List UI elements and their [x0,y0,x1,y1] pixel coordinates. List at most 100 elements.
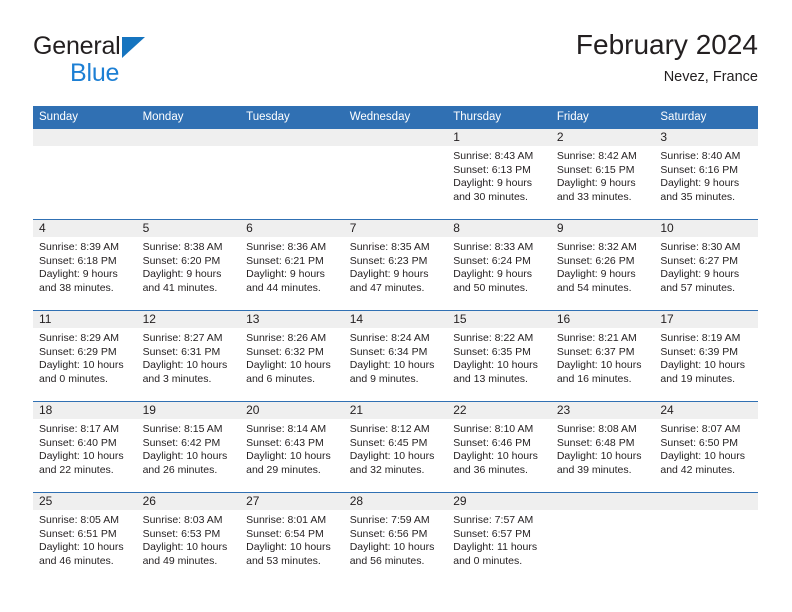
calendar-table: Sunday Monday Tuesday Wednesday Thursday Frid… [33,106,758,583]
daylight-text-line2: and 39 minutes. [556,463,632,476]
day-details: Sunrise: 8:36 AM Sunset: 6:21 PM Daylight:… [240,237,344,295]
daylight-text-line2: and 46 minutes. [39,554,114,567]
page-subtitle: Nevez, France [663,69,758,85]
calendar-day-cell[interactable]: 5 Sunrise: 8:38 AM Sunset: 6:20 PM Daylight… [136,219,241,311]
day-number: 19 [136,402,241,419]
sunrise-text: Sunrise: 8:32 AM [556,241,637,253]
calendar-day-cell[interactable]: 3 Sunrise: 8:40 AM Sunset: 6:16 PM Daylight… [654,129,758,220]
calendar-week-row: 18 Sunrise: 8:17 AM Sunset: 6:40 PM Dayligh… [33,401,758,493]
day-details: Sunrise: 8:10 AM Sunset: 6:46 PM Daylight:… [447,419,551,477]
day-number: 25 [33,493,137,510]
daylight-text-line1: Daylight: 9 hours [142,268,222,281]
day-number: 8 [447,220,551,237]
daylight-text-line2: and 26 minutes. [142,463,218,476]
sunset-text: Sunset: 6:29 PM [39,345,117,358]
sunrise-text: Sunrise: 8:12 AM [349,423,430,435]
day-details: Sunrise: 8:03 AM Sunset: 6:53 PM Daylight:… [137,510,241,568]
daylight-text-line1: Daylight: 9 hours [453,268,533,281]
sunset-text: Sunset: 6:31 PM [142,345,221,358]
calendar-day-cell[interactable]: 19 Sunrise: 8:15 AM Sunset: 6:42 PM Dayligh… [136,401,241,493]
weekday-header-sunday: Sunday [33,106,137,129]
calendar-day-cell[interactable]: 20 Sunrise: 8:14 AM Sunset: 6:43 PM Dayligh… [240,401,344,493]
daylight-text-line1: Daylight: 10 hours [39,359,124,372]
calendar-day-cell[interactable]: 17 Sunrise: 8:19 AM Sunset: 6:39 PM Dayligh… [654,310,758,402]
sunset-text: Sunset: 6:32 PM [246,345,324,358]
daylight-text-line1: Daylight: 10 hours [39,541,124,554]
calendar-day-cell[interactable]: 21 Sunrise: 8:12 AM Sunset: 6:45 PM Dayligh… [343,401,448,493]
calendar-day-cell[interactable]: 6 Sunrise: 8:36 AM Sunset: 6:21 PM Daylight… [240,219,344,311]
day-details: Sunrise: 8:30 AM Sunset: 6:27 PM Daylight:… [654,237,758,295]
daylight-text-line2: and 56 minutes. [349,554,425,567]
weekday-header-tuesday: Tuesday [240,106,344,129]
day-number: 18 [33,402,137,419]
day-details: Sunrise: 8:21 AM Sunset: 6:37 PM Daylight:… [551,328,655,386]
day-number: 5 [136,220,241,237]
calendar-day-cell[interactable]: 15 Sunrise: 8:22 AM Sunset: 6:35 PM Dayligh… [447,310,551,402]
day-number: 1 [447,129,551,146]
daylight-text-line1: Daylight: 10 hours [142,450,228,463]
sunset-text: Sunset: 6:20 PM [142,254,221,267]
calendar-day-cell[interactable]: 2 Sunrise: 8:42 AM Sunset: 6:15 PM Daylight… [550,129,655,220]
sunrise-text: Sunrise: 8:01 AM [246,514,327,526]
calendar-day-cell[interactable]: 23 Sunrise: 8:08 AM Sunset: 6:48 PM Dayligh… [550,401,655,493]
daylight-text-line2: and 49 minutes. [142,554,218,567]
calendar-day-cell[interactable]: 1 Sunrise: 8:43 AM Sunset: 6:13 PM Daylight… [447,129,551,220]
calendar-day-cell[interactable]: 7 Sunrise: 8:35 AM Sunset: 6:23 PM Daylight… [343,219,448,311]
daylight-text-line2: and 9 minutes. [349,372,419,385]
day-number: 24 [654,402,758,419]
sunset-text: Sunset: 6:57 PM [453,527,531,540]
sunrise-text: Sunrise: 8:33 AM [453,241,534,253]
sunrise-text: Sunrise: 8:42 AM [556,150,637,162]
triangle-logo-icon [121,37,145,58]
day-number: 7 [343,220,448,237]
calendar-day-cell[interactable]: 14 Sunrise: 8:24 AM Sunset: 6:34 PM Dayligh… [343,310,448,402]
calendar-day-cell[interactable]: 8 Sunrise: 8:33 AM Sunset: 6:24 PM Daylight… [447,219,551,311]
day-number [550,493,655,510]
calendar-day-cell[interactable]: 10 Sunrise: 8:30 AM Sunset: 6:27 PM Dayligh… [654,219,758,311]
sunset-text: Sunset: 6:23 PM [349,254,428,267]
calendar-day-cell[interactable]: 22 Sunrise: 8:10 AM Sunset: 6:46 PM Dayligh… [447,401,551,493]
calendar-body: 1 Sunrise: 8:43 AM Sunset: 6:13 PM Daylight… [33,129,758,583]
day-number [654,493,758,510]
sunrise-text: Sunrise: 8:24 AM [349,332,430,344]
sunrise-text: Sunrise: 8:15 AM [142,423,223,435]
calendar-day-cell[interactable]: 28 Sunrise: 7:59 AM Sunset: 6:56 PM Dayligh… [343,492,448,583]
calendar-day-cell[interactable]: 18 Sunrise: 8:17 AM Sunset: 6:40 PM Dayligh… [33,401,137,493]
calendar-day-cell[interactable]: 27 Sunrise: 8:01 AM Sunset: 6:54 PM Dayligh… [240,492,344,583]
day-details: Sunrise: 7:59 AM Sunset: 6:56 PM Daylight:… [344,510,448,568]
calendar-day-cell[interactable]: 25 Sunrise: 8:05 AM Sunset: 6:51 PM Dayligh… [33,492,137,583]
sunrise-text: Sunrise: 8:17 AM [39,423,119,435]
day-details: Sunrise: 8:35 AM Sunset: 6:23 PM Daylight:… [344,237,448,295]
day-number: 16 [550,311,655,328]
calendar-week-row: 25 Sunrise: 8:05 AM Sunset: 6:51 PM Dayligh… [33,492,758,583]
calendar-day-cell[interactable]: 9 Sunrise: 8:32 AM Sunset: 6:26 PM Daylight… [550,219,655,311]
sunset-text: Sunset: 6:40 PM [39,436,117,449]
daylight-text-line2: and 35 minutes. [660,190,736,203]
daylight-text-line2: and 41 minutes. [142,281,218,294]
sunrise-text: Sunrise: 8:35 AM [349,241,430,253]
daylight-text-line1: Daylight: 10 hours [142,359,228,372]
daylight-text-line1: Daylight: 10 hours [556,359,642,372]
daylight-text-line1: Daylight: 10 hours [349,450,435,463]
calendar-day-cell[interactable]: 29 Sunrise: 7:57 AM Sunset: 6:57 PM Dayligh… [447,492,551,583]
sunrise-text: Sunrise: 8:43 AM [453,150,534,162]
calendar-day-cell[interactable]: 12 Sunrise: 8:27 AM Sunset: 6:31 PM Dayligh… [136,310,241,402]
sunrise-text: Sunrise: 8:39 AM [39,241,119,253]
day-details: Sunrise: 8:17 AM Sunset: 6:40 PM Daylight:… [33,419,137,477]
calendar-day-cell[interactable]: 11 Sunrise: 8:29 AM Sunset: 6:29 PM Dayligh… [33,310,137,402]
calendar-day-cell[interactable]: 13 Sunrise: 8:26 AM Sunset: 6:32 PM Dayligh… [240,310,344,402]
sunset-text: Sunset: 6:54 PM [246,527,324,540]
daylight-text-line1: Daylight: 10 hours [142,541,228,554]
calendar-day-cell[interactable]: 24 Sunrise: 8:07 AM Sunset: 6:50 PM Dayligh… [654,401,758,493]
sunset-text: Sunset: 6:16 PM [660,163,739,176]
daylight-text-line2: and 3 minutes. [142,372,212,385]
calendar-day-cell[interactable]: 16 Sunrise: 8:21 AM Sunset: 6:37 PM Dayligh… [550,310,655,402]
sunrise-text: Sunrise: 8:08 AM [556,423,637,435]
daylight-text-line2: and 36 minutes. [453,463,528,476]
calendar-day-cell[interactable]: 4 Sunrise: 8:39 AM Sunset: 6:18 PM Daylight… [33,219,137,311]
sunset-text: Sunset: 6:21 PM [246,254,324,267]
sunrise-text: Sunrise: 8:36 AM [246,241,327,253]
weekday-header-saturday: Saturday [654,106,758,129]
daylight-text-line2: and 13 minutes. [453,372,528,385]
calendar-day-cell[interactable]: 26 Sunrise: 8:03 AM Sunset: 6:53 PM Dayligh… [136,492,241,583]
